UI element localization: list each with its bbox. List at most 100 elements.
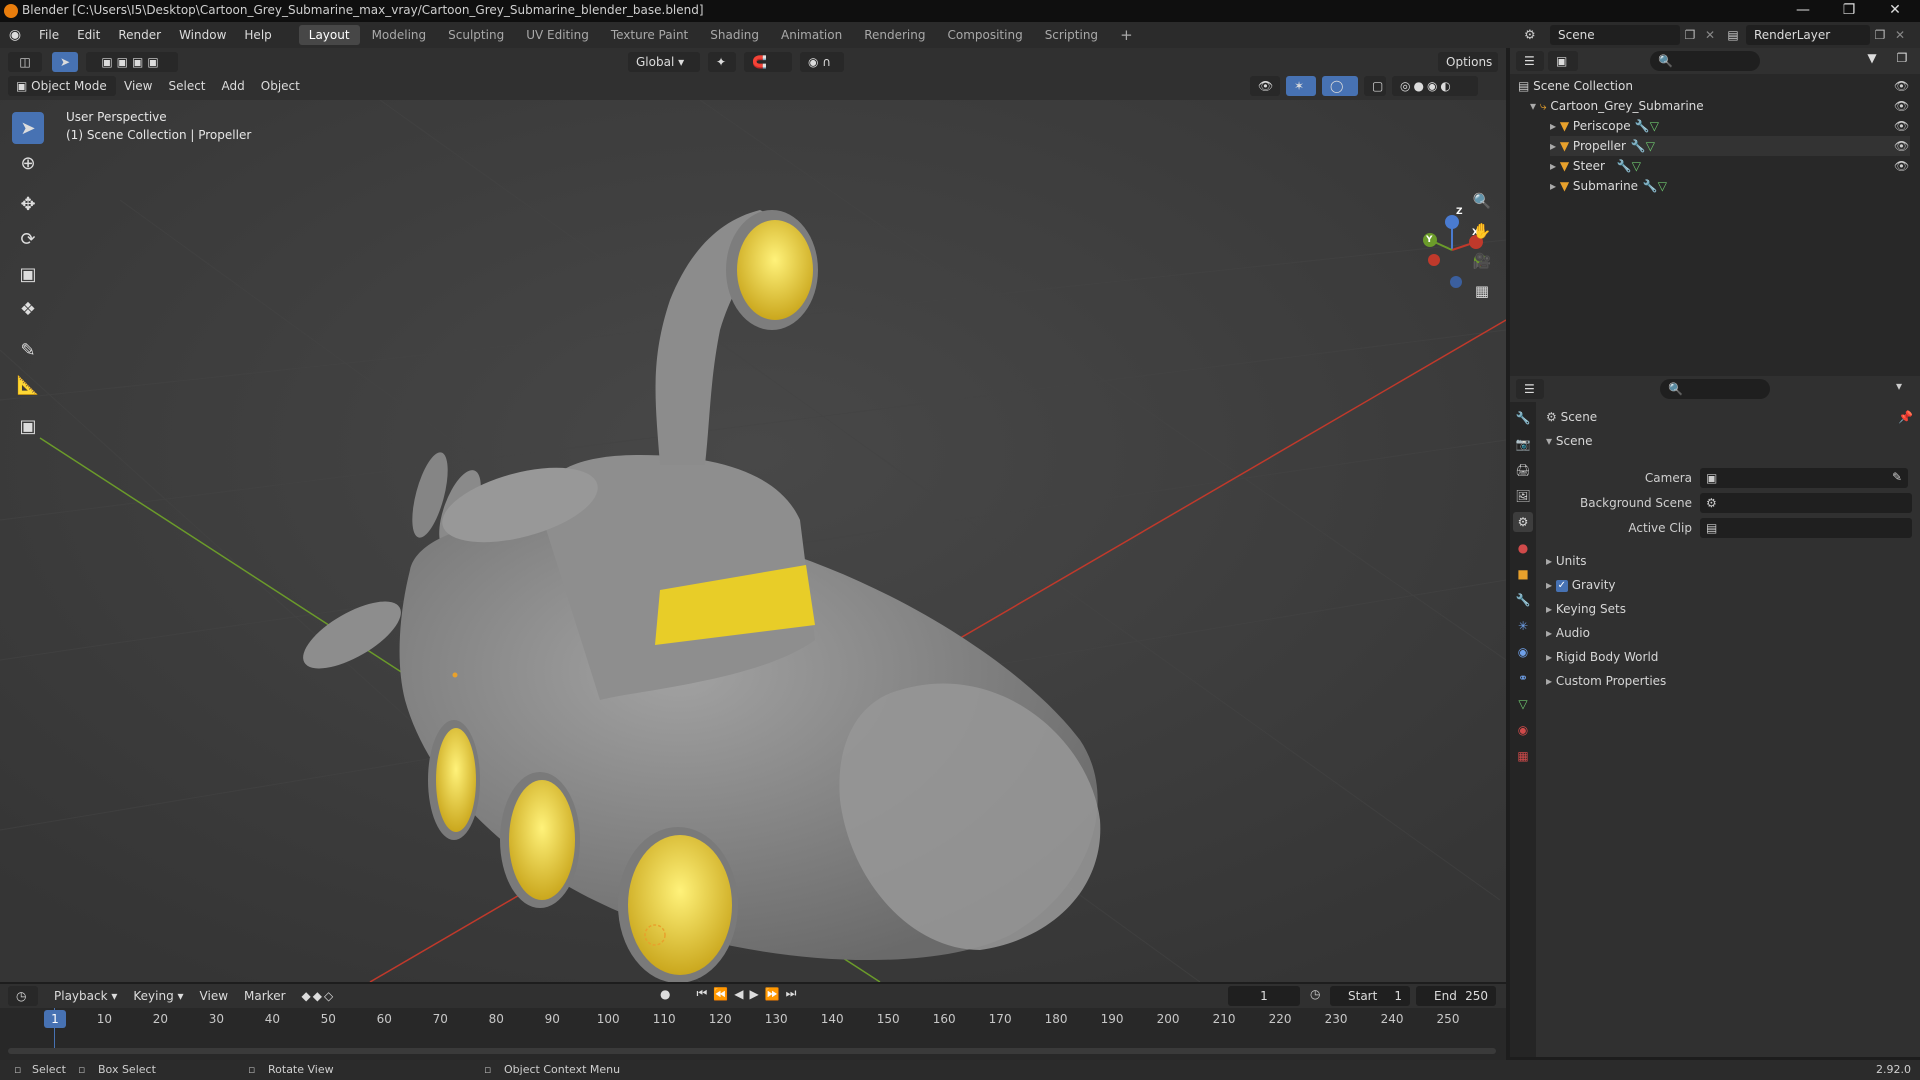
audio-panel[interactable]: ▸ Audio — [1546, 626, 1590, 640]
record-icon[interactable]: ● — [660, 987, 670, 1001]
expand-arrow-icon[interactable]: ▸ — [1550, 119, 1556, 133]
active-clip-field[interactable]: ▤ — [1700, 518, 1912, 538]
viewport-menu-object[interactable]: Object — [253, 79, 308, 93]
play-reverse-icon[interactable]: ◀ — [734, 987, 743, 1001]
render-tab-icon[interactable]: 📷 — [1513, 434, 1533, 454]
collection-row[interactable]: ▾ ⤷ Cartoon_Grey_Submarine — [1530, 96, 1704, 116]
material-tab-icon[interactable]: ◉ — [1513, 720, 1533, 740]
menu-window[interactable]: Window — [170, 22, 235, 48]
eye-icon[interactable]: 👁 — [1894, 156, 1909, 176]
gravity-checkbox[interactable]: ✓ — [1555, 579, 1568, 592]
rigid-body-world-panel[interactable]: ▸ Rigid Body World — [1546, 650, 1658, 664]
mode-selector[interactable]: ▣ Object Mode ▾ — [8, 76, 116, 113]
new-collection-icon[interactable]: ❐ — [1890, 51, 1914, 65]
select-mode-icon[interactable]: ➤ — [52, 52, 78, 72]
scene-icon[interactable]: ⚙ — [1524, 28, 1550, 43]
scene-collection-row[interactable]: ▤ Scene Collection — [1518, 76, 1633, 96]
constraints-tab-icon[interactable]: ⚭ — [1513, 668, 1533, 688]
scene-panel-header[interactable]: ▾ Scene — [1546, 434, 1592, 448]
tab-modeling[interactable]: Modeling — [362, 25, 437, 45]
expand-arrow-icon[interactable]: ▸ — [1550, 179, 1556, 193]
eye-icon[interactable]: 👁 — [1894, 76, 1909, 96]
close-button[interactable]: ✕ — [1872, 0, 1918, 22]
pin-icon[interactable]: 📌 — [1898, 410, 1913, 424]
pan-hand-icon[interactable]: ✋ — [1470, 222, 1494, 252]
view-layer-icon[interactable]: ▤ — [1720, 28, 1746, 42]
modifier-tab-icon[interactable]: 🔧 — [1513, 590, 1533, 610]
menu-file[interactable]: File — [30, 22, 68, 48]
display-mode-icon[interactable]: ▣ — [1548, 51, 1578, 71]
output-tab-icon[interactable]: 🖨 — [1513, 460, 1533, 480]
eye-icon[interactable]: 👁 — [1894, 116, 1909, 136]
tab-layout[interactable]: Layout — [298, 25, 360, 45]
transform-tool-icon[interactable]: ❖ — [12, 293, 44, 325]
camera-view-icon[interactable]: 🎥 — [1470, 252, 1494, 282]
collapse-arrow-icon[interactable]: ▾ — [1530, 99, 1536, 113]
units-panel[interactable]: ▸ Units — [1546, 554, 1587, 568]
transform-orientation[interactable]: Global ▾ — [628, 52, 700, 72]
scene-selector[interactable]: Scene — [1550, 25, 1680, 45]
maximize-button[interactable]: ❐ — [1826, 0, 1872, 22]
overlays-toggle-icon[interactable]: ◯ — [1322, 76, 1358, 96]
viewport-menu-view[interactable]: View — [116, 79, 160, 93]
data-tab-icon[interactable]: ▽ — [1513, 694, 1533, 714]
playhead-frame-badge[interactable]: 1 — [44, 1010, 66, 1028]
keying-sets-panel[interactable]: ▸ Keying Sets — [1546, 602, 1626, 616]
viewport-menu-select[interactable]: Select — [160, 79, 213, 93]
tab-scripting[interactable]: Scripting — [1035, 25, 1108, 45]
gizmo-toggle-icon[interactable]: ✶ — [1286, 76, 1316, 96]
rotate-tool-icon[interactable]: ⟳ — [12, 223, 44, 255]
scale-tool-icon[interactable]: ▣ — [12, 258, 44, 290]
expand-arrow-icon[interactable]: ▸ — [1550, 139, 1556, 153]
particles-tab-icon[interactable]: ✳ — [1513, 616, 1533, 636]
editor-type-icon[interactable]: ◫ — [8, 52, 42, 72]
3d-viewport[interactable]: Z X Y User Perspective (1) Scene Collect… — [0, 100, 1506, 982]
preview-range-icon[interactable]: ◷ — [1310, 987, 1320, 1001]
shading-modes[interactable]: ◎●◉◐ — [1392, 76, 1478, 96]
timeline-menu-keying[interactable]: Keying ▾ — [125, 989, 191, 1003]
measure-tool-icon[interactable]: 📐 — [12, 369, 44, 401]
delete-layer-icon[interactable]: ✕ — [1890, 28, 1910, 42]
new-layer-icon[interactable]: ❐ — [1870, 28, 1890, 42]
tab-uv-editing[interactable]: UV Editing — [516, 25, 599, 45]
current-frame-field[interactable]: 1 — [1228, 986, 1300, 1006]
scene-tab-icon[interactable]: ⚙ — [1513, 512, 1533, 532]
filter-icon[interactable]: ▼ — [1860, 51, 1884, 65]
timeline-scrollbar[interactable] — [8, 1048, 1496, 1054]
custom-properties-panel[interactable]: ▸ Custom Properties — [1546, 674, 1666, 688]
tab-rendering[interactable]: Rendering — [854, 25, 935, 45]
outliner-item-periscope[interactable]: ▸ ▼ Periscope 🔧▽ — [1550, 116, 1659, 136]
view-layer-tab-icon[interactable]: 🖼 — [1513, 486, 1533, 506]
viewport-menu-add[interactable]: Add — [214, 79, 253, 93]
next-keyframe-icon[interactable]: ⏩ — [765, 987, 780, 1001]
minimize-button[interactable]: — — [1780, 0, 1826, 22]
properties-search-input[interactable]: 🔍 — [1660, 379, 1770, 399]
play-icon[interactable]: ▶ — [749, 987, 758, 1001]
expand-arrow-icon[interactable]: ▸ — [1550, 159, 1556, 173]
menu-help[interactable]: Help — [235, 22, 280, 48]
options-button[interactable]: Options ▾ — [1438, 52, 1498, 89]
properties-editor-type-icon[interactable]: ☰ — [1516, 379, 1544, 399]
selection-modes[interactable]: ▣▣▣▣ — [86, 52, 178, 72]
tab-compositing[interactable]: Compositing — [937, 25, 1032, 45]
render-layer-selector[interactable]: RenderLayer — [1746, 25, 1870, 45]
eye-icon[interactable]: 👁 — [1894, 96, 1909, 116]
camera-field[interactable]: ▣ ✎ — [1700, 468, 1908, 488]
select-box-tool-icon[interactable]: ➤ — [12, 112, 44, 144]
menu-render[interactable]: Render — [109, 22, 170, 48]
outliner-item-submarine[interactable]: ▸ ▼ Submarine 🔧▽ — [1550, 176, 1667, 196]
snap-icon[interactable]: 🧲 — [744, 52, 792, 72]
outliner-item-steer[interactable]: ▸ ▼ Steer 🔧▽ — [1550, 156, 1641, 176]
outliner-editor-type-icon[interactable]: ☰ — [1516, 51, 1544, 71]
tab-sculpting[interactable]: Sculpting — [438, 25, 514, 45]
cursor-tool-icon[interactable]: ⊕ — [12, 147, 44, 179]
jump-end-icon[interactable]: ⏭ — [786, 986, 797, 1001]
blender-menu-icon[interactable]: ◉ — [0, 27, 30, 43]
viewport-scene[interactable] — [0, 100, 1506, 982]
properties-options-icon[interactable]: ▾ — [1896, 379, 1902, 393]
timeline-menu-view[interactable]: View — [192, 989, 236, 1003]
tab-animation[interactable]: Animation — [771, 25, 852, 45]
timeline[interactable]: 1102030405060708090100110120130140150160… — [0, 1008, 1506, 1060]
outliner-search-input[interactable]: 🔍 — [1650, 51, 1760, 71]
zoom-icon[interactable]: 🔍 — [1470, 192, 1494, 222]
